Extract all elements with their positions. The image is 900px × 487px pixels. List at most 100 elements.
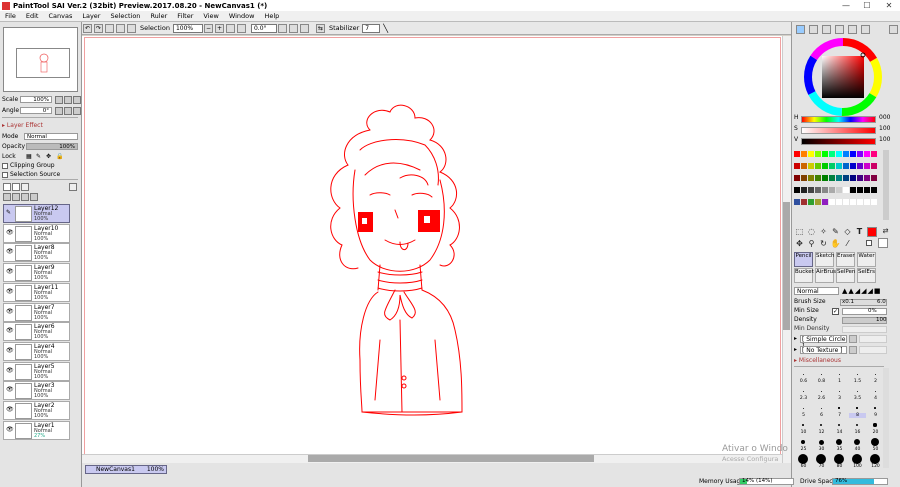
maximize-button[interactable]: ☐: [857, 0, 877, 11]
menu-window[interactable]: Window: [224, 11, 260, 22]
shape-strength-slider[interactable]: [859, 335, 887, 343]
merge-down-icon[interactable]: [3, 192, 11, 201]
brush-size-dot[interactable]: [820, 407, 822, 409]
foreground-color-swatch[interactable]: [867, 227, 877, 237]
color-swatch[interactable]: [857, 151, 863, 157]
angle-reset-button[interactable]: [73, 106, 81, 115]
color-swatch[interactable]: [829, 199, 835, 205]
move-tool-icon[interactable]: ✥: [794, 238, 805, 249]
color-swatch[interactable]: [815, 163, 821, 169]
scale-value[interactable]: 100%: [20, 96, 52, 103]
mixer-tab-icon[interactable]: [860, 25, 870, 34]
brush-size-dot[interactable]: [874, 390, 876, 392]
texture-strength-slider[interactable]: [859, 346, 887, 354]
color-swatch[interactable]: [850, 151, 856, 157]
rgb-slider-tab-icon[interactable]: [808, 25, 818, 34]
color-swatch[interactable]: [843, 175, 849, 181]
brush-water[interactable]: Water: [857, 252, 876, 267]
eye-icon[interactable]: 👁: [6, 328, 14, 334]
line-tool-icon[interactable]: ╲: [383, 24, 388, 33]
color-swatch[interactable]: [857, 175, 863, 181]
color-swatch[interactable]: [794, 151, 800, 157]
lock-move-icon[interactable]: ✥: [46, 153, 51, 160]
miscellaneous-toggle[interactable]: ▸ Miscellaneous: [794, 357, 841, 364]
eye-icon[interactable]: 👁: [6, 229, 14, 236]
brush-size-dot[interactable]: [802, 390, 804, 392]
transfer-down-icon[interactable]: [12, 192, 20, 201]
invert-selection-icon[interactable]: [116, 23, 125, 33]
color-swatch[interactable]: [801, 163, 807, 169]
selection-source-checkbox[interactable]: [2, 171, 8, 178]
horizontal-scroll-thumb[interactable]: [308, 455, 594, 462]
layer-item[interactable]: 👁 Layer5 Normal 100%: [3, 361, 70, 381]
min-density-slider[interactable]: [842, 326, 887, 333]
new-layer-icon[interactable]: [3, 182, 11, 191]
lasso-icon[interactable]: ◌: [806, 226, 817, 237]
color-panel-options-icon[interactable]: [888, 25, 899, 36]
deselect-icon[interactable]: [105, 23, 114, 33]
document-tab[interactable]: NewCanvas1 100%: [85, 465, 167, 474]
hue-slider[interactable]: [801, 116, 876, 123]
shape-expand-icon[interactable]: ▸: [794, 335, 797, 342]
layer-item[interactable]: 👁 Layer3 Normal 100%: [3, 381, 70, 401]
color-swatch[interactable]: [864, 199, 870, 205]
color-swatch[interactable]: [836, 163, 842, 169]
color-swatch[interactable]: [808, 199, 814, 205]
redo-icon[interactable]: ↷: [94, 23, 103, 33]
reset-colors-icon[interactable]: [866, 240, 872, 246]
new-mask-icon[interactable]: [21, 182, 29, 191]
hsv-slider-tab-icon[interactable]: [821, 25, 831, 34]
color-swatch[interactable]: [857, 163, 863, 169]
brush-size-dot[interactable]: [802, 424, 804, 426]
opacity-slider[interactable]: 100%: [26, 143, 78, 150]
eye-icon[interactable]: 👁: [6, 288, 14, 295]
color-swatch[interactable]: [801, 199, 807, 205]
swatches-tab-icon[interactable]: [834, 25, 844, 34]
color-swatch[interactable]: [815, 187, 821, 193]
swatch-scrollbar[interactable]: [883, 150, 889, 220]
brush-size-dot[interactable]: [818, 439, 824, 445]
color-wheel-tab-icon[interactable]: [796, 25, 805, 34]
new-folder-icon[interactable]: [12, 182, 20, 191]
brush-size-dot[interactable]: [834, 454, 844, 464]
layer-item[interactable]: 👁 Layer10 Normal 100%: [3, 223, 70, 243]
select-rect-icon[interactable]: ⬚: [794, 226, 805, 237]
delete-layer-icon[interactable]: [30, 192, 38, 201]
layer-menu-icon[interactable]: [69, 182, 77, 191]
zoom-out-icon[interactable]: −: [203, 23, 213, 33]
rotation-input[interactable]: 0.0°: [250, 23, 277, 33]
brush-size-dot[interactable]: [838, 373, 840, 375]
layer-item[interactable]: 👁 Layer1 Normal 27%: [3, 420, 70, 440]
brush-size-dot[interactable]: [836, 439, 842, 445]
color-swatch[interactable]: [864, 175, 870, 181]
color-swatch[interactable]: [871, 163, 877, 169]
brush-size-dot[interactable]: [874, 407, 876, 409]
color-swatch[interactable]: [815, 151, 821, 157]
color-swatch[interactable]: [822, 199, 828, 205]
text-tool-icon[interactable]: T: [854, 226, 865, 237]
vertical-scroll-thumb[interactable]: [783, 202, 790, 330]
eye-icon[interactable]: 👁: [6, 387, 14, 393]
brush-size-dot[interactable]: [870, 454, 880, 464]
brush-size-dot[interactable]: [852, 454, 862, 464]
zoom-fit-icon[interactable]: [236, 23, 246, 33]
menu-help[interactable]: Help: [259, 11, 284, 22]
layer-item[interactable]: 👁 Layer11 Normal 100%: [3, 282, 70, 302]
layer-item[interactable]: 👁 Layer8 Normal 100%: [3, 243, 70, 263]
eyedropper-icon[interactable]: ⁄: [842, 238, 853, 249]
brush-size-dot[interactable]: [856, 373, 858, 375]
brush-size-dot[interactable]: [820, 373, 822, 375]
color-swatch[interactable]: [808, 187, 814, 193]
layer-item[interactable]: 👁 Layer9 Normal 100%: [3, 263, 70, 283]
shape-options-button[interactable]: [849, 335, 857, 343]
color-swatch[interactable]: [836, 175, 842, 181]
color-wheel[interactable]: [803, 37, 883, 117]
brush-size-dot[interactable]: [820, 390, 822, 392]
selection-source-row[interactable]: Selection Source: [2, 170, 60, 179]
magic-wand-icon[interactable]: ✧: [818, 226, 829, 237]
texture-options-button[interactable]: [849, 346, 857, 354]
scale-reset-button[interactable]: [73, 95, 81, 104]
color-swatch[interactable]: [836, 187, 842, 193]
brush-selpen[interactable]: SelPen: [836, 268, 855, 283]
color-swatch[interactable]: [857, 199, 863, 205]
